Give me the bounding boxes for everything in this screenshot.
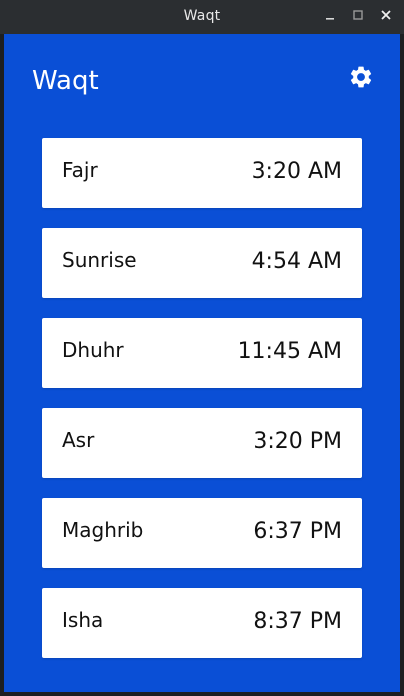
window-titlebar[interactable]: Waqt xyxy=(0,0,404,34)
app-content: Waqt Fajr 3:20 AM Sunrise 4:54 AM Dhuhr … xyxy=(4,34,400,692)
minimize-icon[interactable] xyxy=(322,7,338,23)
app-window: Waqt Waqt Fajr 3:20 AM Sunrise 4:54 AM D… xyxy=(0,0,404,696)
window-controls xyxy=(322,7,394,23)
prayer-card-dhuhr: Dhuhr 11:45 AM xyxy=(42,318,362,388)
prayer-name: Dhuhr xyxy=(62,338,124,362)
prayer-name: Fajr xyxy=(62,158,98,182)
prayer-card-isha: Isha 8:37 PM xyxy=(42,588,362,658)
prayer-card-fajr: Fajr 3:20 AM xyxy=(42,138,362,208)
prayer-name: Maghrib xyxy=(62,518,144,542)
close-icon[interactable] xyxy=(378,7,394,23)
prayer-time: 11:45 AM xyxy=(237,339,342,364)
prayer-time: 3:20 PM xyxy=(253,429,342,454)
prayer-time: 6:37 PM xyxy=(253,519,342,544)
maximize-icon[interactable] xyxy=(350,7,366,23)
prayer-card-maghrib: Maghrib 6:37 PM xyxy=(42,498,362,568)
prayer-time: 8:37 PM xyxy=(253,609,342,634)
gear-icon[interactable] xyxy=(348,64,374,90)
prayer-card-asr: Asr 3:20 PM xyxy=(42,408,362,478)
page-title: Waqt xyxy=(32,66,99,96)
prayer-time: 3:20 AM xyxy=(251,159,342,184)
prayer-card-sunrise: Sunrise 4:54 AM xyxy=(42,228,362,298)
prayer-name: Asr xyxy=(62,428,95,452)
prayer-times-list: Fajr 3:20 AM Sunrise 4:54 AM Dhuhr 11:45… xyxy=(42,138,362,678)
prayer-name: Sunrise xyxy=(62,248,137,272)
prayer-time: 4:54 AM xyxy=(251,249,342,274)
prayer-name: Isha xyxy=(62,608,104,632)
